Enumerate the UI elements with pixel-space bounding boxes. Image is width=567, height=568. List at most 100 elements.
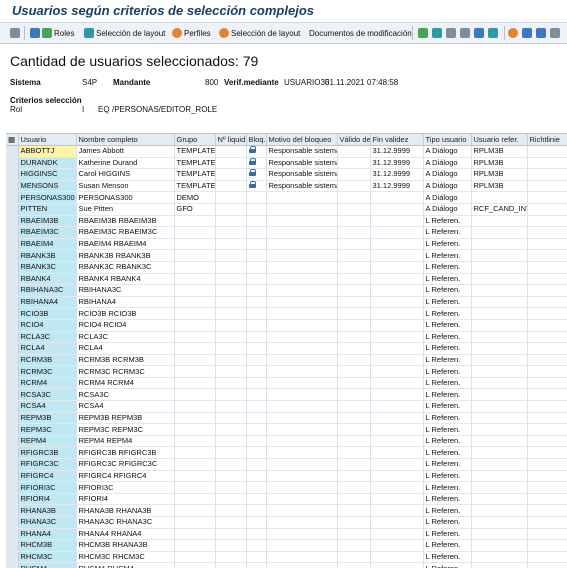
table-row[interactable]: RBANK4 RBANK4 RBANK4 L Referen. (6, 273, 567, 286)
select-all-column[interactable]: ▦ (6, 134, 19, 146)
row-selector[interactable] (6, 226, 19, 239)
change-documents-button[interactable]: Documentos de modificación (309, 26, 412, 40)
table-row[interactable]: RHCM3B RHCM3B RHANA3B L Referen. (6, 539, 567, 552)
table-row[interactable]: REPM3C REPM3C REPM3C L Referen. (6, 423, 567, 436)
row-selector[interactable] (6, 319, 19, 332)
cell-user[interactable]: HIGGINSC (18, 168, 77, 181)
cell-user[interactable]: RCLA4 (18, 342, 77, 355)
table-row[interactable]: RBIHANA4 RBIHANA4 L Referen. (6, 296, 567, 309)
export-icon[interactable] (522, 26, 532, 40)
row-selector[interactable] (6, 273, 19, 286)
table-row[interactable]: RFIGRC4 RFIGRC4 RFIGRC4 L Referen. (6, 470, 567, 483)
table-row[interactable]: PERSONAS300 PERSONAS300 DEMO A Diálogo (6, 191, 567, 204)
search-icon[interactable] (10, 26, 20, 40)
cell-user[interactable]: ABBOTTJ (18, 145, 77, 158)
row-selector[interactable] (6, 377, 19, 390)
column-header-user[interactable]: Usuario (18, 134, 77, 146)
cell-user[interactable]: REPM3B (18, 412, 77, 425)
row-selector[interactable] (6, 249, 19, 262)
table-row[interactable]: RHANA4 RHANA4 RHANA4 L Referen. (6, 528, 567, 541)
table-row[interactable]: RHANA3C RHANA3C RHANA3C L Referen. (6, 516, 567, 529)
table-row[interactable]: REPM4 REPM4 REPM4 L Referen. (6, 435, 567, 448)
row-selector[interactable] (6, 435, 19, 448)
table-row[interactable]: RFIORI3C RFIORI3C L Referen. (6, 481, 567, 494)
cell-user[interactable]: RHCM4 (18, 562, 77, 568)
table-row[interactable]: RCIO4 RCIO4 RCIO4 L Referen. (6, 319, 567, 332)
row-selector[interactable] (6, 400, 19, 413)
table-row[interactable]: RFIGRC3C RFIGRC3C RFIGRC3C L Referen. (6, 458, 567, 471)
row-selector[interactable] (6, 261, 19, 274)
cell-user[interactable]: RBAEIM4 (18, 238, 77, 251)
table-row[interactable]: MENSONS Susan Menson TEMPLATE Responsable s… (6, 180, 567, 193)
column-header-full-name[interactable]: Nombre completo (76, 134, 175, 146)
cell-user[interactable]: RBANK3C (18, 261, 77, 274)
cell-user[interactable]: RHANA3C (18, 516, 77, 529)
table-row[interactable]: RCRM3B RCRM3B RCRM3B L Referen. (6, 354, 567, 367)
table-row[interactable]: RFIGRC3B RFIGRC3B RFIGRC3B L Referen. (6, 446, 567, 460)
table-row[interactable]: RCLA4 RCLA4 L Referen. (6, 342, 567, 355)
column-header-user-type[interactable]: Tipo usuario (423, 134, 472, 146)
table-row[interactable]: RCRM3C RCRM3C RCRM3C L Referen. (6, 365, 567, 378)
cell-user[interactable]: RBANK4 (18, 273, 77, 286)
row-selector[interactable] (6, 516, 19, 529)
cell-user[interactable]: RCSA3C (18, 388, 77, 402)
cell-user[interactable]: RBIHANA3C (18, 284, 77, 297)
row-selector[interactable] (6, 157, 19, 170)
cell-user[interactable]: REPM4 (18, 435, 77, 448)
row-selector[interactable] (6, 215, 19, 228)
cell-user[interactable]: RCRM3C (18, 365, 77, 378)
table-row[interactable]: RBAEIM4 RBAEIM4 RBAEIM4 L Referen. (6, 238, 567, 251)
column-header-liquid-no[interactable]: Nº liquid. (215, 134, 247, 146)
row-selector[interactable] (6, 388, 19, 402)
spreadsheet-icon[interactable] (536, 26, 546, 40)
cell-user[interactable]: RFIORI3C (18, 481, 77, 494)
row-selector[interactable] (6, 296, 19, 309)
table-row[interactable]: DURANDK Katherine Durand TEMPLATE Responsab… (6, 157, 567, 170)
row-selector[interactable] (6, 551, 19, 564)
row-selector[interactable] (6, 423, 19, 436)
table-row[interactable]: ABBOTTJ James Abbott TEMPLATE Responsable s… (6, 145, 567, 158)
column-header-valid-from[interactable]: Válido de (337, 134, 371, 146)
row-selector[interactable] (6, 203, 19, 216)
cell-user[interactable]: MENSONS (18, 180, 77, 193)
row-selector[interactable] (6, 180, 19, 193)
details-icon[interactable] (488, 26, 498, 40)
cell-user[interactable]: RHCM3B (18, 539, 77, 552)
row-selector[interactable] (6, 493, 19, 506)
cell-user[interactable]: RFIGRC4 (18, 470, 77, 483)
table-row[interactable]: RCSA3C RCSA3C L Referen. (6, 388, 567, 402)
row-selector[interactable] (6, 238, 19, 251)
cell-user[interactable]: RCIO3B (18, 307, 77, 320)
cell-user[interactable]: RBAEIM3C (18, 226, 77, 239)
cell-user[interactable]: RCSA4 (18, 400, 77, 413)
table-row[interactable]: RHCM4RHCM4 RHCM4 L Referen. (6, 562, 567, 568)
table-row[interactable]: PITTEN Sue Pitten GFO A Diálogo RCF_CAND_INT (6, 203, 567, 216)
row-selector[interactable] (6, 284, 19, 297)
roles-button[interactable]: Roles (30, 26, 74, 40)
table-row[interactable]: RCSA4 RCSA4 L Referen. (6, 400, 567, 413)
row-selector[interactable] (6, 504, 19, 517)
table-row[interactable]: RBANK3C RBANK3C RBANK3C L Referen. (6, 261, 567, 274)
cell-user[interactable]: RCRM4 (18, 377, 77, 390)
row-selector[interactable] (6, 354, 19, 367)
cell-user[interactable]: RHANA3B (18, 504, 77, 517)
row-selector[interactable] (6, 168, 19, 181)
filter-icon[interactable] (432, 26, 442, 40)
row-selector[interactable] (6, 331, 19, 344)
table-row[interactable]: RHANA3B RHANA3B RHANA3B L Referen. (6, 504, 567, 517)
table-row[interactable]: RCLA3C RCLA3C L Referen. (6, 331, 567, 344)
row-selector[interactable] (6, 539, 19, 552)
column-header-valid-to[interactable]: Fin validez (370, 134, 424, 146)
row-selector[interactable] (6, 458, 19, 471)
profiles-button[interactable]: Perfiles (172, 26, 211, 40)
row-selector[interactable] (6, 446, 19, 460)
table-row[interactable]: RBANK3B RBANK3B RBANK3B L Referen. (6, 249, 567, 262)
row-selector[interactable] (6, 307, 19, 320)
cell-user[interactable]: RCLA3C (18, 331, 77, 344)
layout-selection-2-button[interactable]: Selección de layout (219, 26, 300, 40)
cell-user[interactable]: RFIGRC3C (18, 458, 77, 471)
cell-user[interactable]: RFIGRC3B (18, 446, 77, 460)
table-row[interactable]: RBAEIM3B RBAEIM3B RBAEIM3B L Referen. (6, 215, 567, 228)
cell-user[interactable]: REPM3C (18, 423, 77, 436)
table-row[interactable]: RCIO3B RCIO3B RCIO3B L Referen. (6, 307, 567, 320)
